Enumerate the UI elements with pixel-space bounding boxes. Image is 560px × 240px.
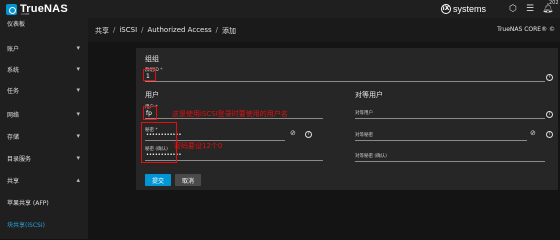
sidebar-item-label: 账户: [7, 45, 20, 53]
breadcrumb-separator: /: [141, 26, 144, 34]
peer-user-help-icon[interactable]: ?: [546, 111, 553, 118]
group-section-title: 组组: [145, 55, 159, 63]
sidebar-item-system[interactable]: 系统 ▾: [0, 59, 88, 79]
truenas-logo[interactable]: TrueNAS: [6, 3, 68, 15]
peer-section-title: 对等用户: [355, 91, 383, 99]
breadcrumb-item-sharing[interactable]: 共享: [95, 26, 109, 36]
secret-annotation: 密码要设12个0: [174, 142, 223, 150]
peer-secret-label: 对等秘密: [355, 133, 373, 138]
sidebar-item-network[interactable]: 网络 ▾: [0, 104, 88, 124]
cancel-button[interactable]: 取消: [175, 174, 201, 186]
sidebar-item-afp[interactable]: 苹果共享 (AFP): [0, 192, 88, 212]
sidebar-item-directory-services[interactable]: 目录服务 ▾: [0, 148, 88, 168]
peer-secret-underline[interactable]: [355, 140, 527, 141]
sidebar-item-label: 存储: [7, 133, 20, 141]
secret-help-icon[interactable]: ?: [305, 131, 312, 138]
user-section-title: 用户: [145, 91, 159, 99]
truecommand-icon[interactable]: ⬡: [508, 4, 518, 14]
chevron-up-icon: ▴: [76, 176, 80, 184]
chevron-down-icon: ▾: [76, 65, 80, 73]
sidebar-item-storage[interactable]: 存储 ▾: [0, 126, 88, 146]
sidebar-item-label: 目录服务: [7, 155, 32, 163]
peer-secret-confirm-underline[interactable]: [355, 161, 545, 162]
sidebar-item-label: 任务: [7, 87, 20, 95]
peer-secret-confirm-label: 对等秘密 (确认): [355, 154, 387, 159]
peer-user-underline[interactable]: [355, 118, 545, 119]
peer-eye-off-icon[interactable]: ⊘: [530, 129, 536, 137]
sidebar: 仪表板 账户 ▾ 系统 ▾ 任务 ▾ 网络 ▾ 存储 ▾ 目录服务 ▾ 共享 ▴…: [0, 18, 88, 239]
task-manager-icon[interactable]: ☰: [525, 4, 535, 14]
sidebar-item-tasks[interactable]: 任务 ▾: [0, 80, 88, 100]
group-id-help-icon[interactable]: ?: [546, 74, 553, 81]
breadcrumb-item-iscsi[interactable]: iSCSI: [119, 26, 137, 36]
sidebar-item-label: 共享: [7, 177, 20, 185]
breadcrumb-bar: 共享 / iSCSI / Authorized Access / 添加 True…: [88, 18, 560, 42]
breadcrumb-item-authorized-access[interactable]: Authorized Access: [148, 26, 212, 36]
sidebar-item-label: 网络: [7, 111, 20, 119]
sidebar-item-label: 块共享(iSCSI): [7, 221, 45, 229]
sidebar-item-accounts[interactable]: 账户 ▾: [0, 38, 88, 58]
authorized-access-form: 组组 群组ID * 1 ? 用户 用户 * fp 这是使用iSCSI登录时要使用…: [136, 48, 558, 190]
submit-button[interactable]: 提交: [145, 174, 171, 186]
vendor-name: systems: [453, 4, 487, 14]
sidebar-item-iscsi[interactable]: 块共享(iSCSI): [0, 214, 88, 234]
truenas-logo-icon: [6, 3, 17, 15]
peer-user-label: 对等用户: [355, 111, 373, 116]
group-id-highlight: [143, 69, 156, 81]
ix-mark-icon: iX: [441, 4, 451, 14]
chevron-down-icon: ▾: [76, 132, 80, 140]
top-bar: TrueNAS CORE iX systems ⬡ ☰ 🔔︎ 202: [0, 0, 560, 18]
breadcrumb-separator: /: [215, 26, 218, 34]
year-text: 202: [549, 0, 559, 6]
peer-secret-help-icon[interactable]: ?: [546, 131, 553, 138]
app-edition-sub: CORE: [21, 12, 30, 16]
chevron-down-icon: ▾: [76, 110, 80, 118]
edition-label: TrueNAS CORE® ©: [497, 26, 555, 33]
sidebar-item-label: 苹果共享 (AFP): [7, 199, 49, 207]
chevron-down-icon: ▾: [76, 154, 80, 162]
sidebar-item-label: 系统: [7, 66, 20, 74]
chevron-down-icon: ▾: [76, 44, 80, 52]
user-annotation: 这是使用iSCSI登录时要使用的用户名: [172, 110, 288, 118]
eye-off-icon[interactable]: ⊘: [290, 129, 296, 137]
ixsystems-logo[interactable]: iX systems: [441, 4, 486, 14]
chevron-down-icon: ▾: [76, 86, 80, 94]
group-id-underline: [145, 81, 545, 82]
breadcrumb: 共享 / iSCSI / Authorized Access / 添加: [95, 26, 236, 36]
sidebar-item-sharing[interactable]: 共享 ▴: [0, 170, 88, 190]
breadcrumb-item-add: 添加: [222, 27, 236, 35]
secret-highlight: [141, 122, 177, 163]
sidebar-item-dashboard[interactable]: 仪表板: [7, 19, 25, 28]
user-highlight: [143, 106, 157, 120]
breadcrumb-separator: /: [113, 26, 116, 34]
